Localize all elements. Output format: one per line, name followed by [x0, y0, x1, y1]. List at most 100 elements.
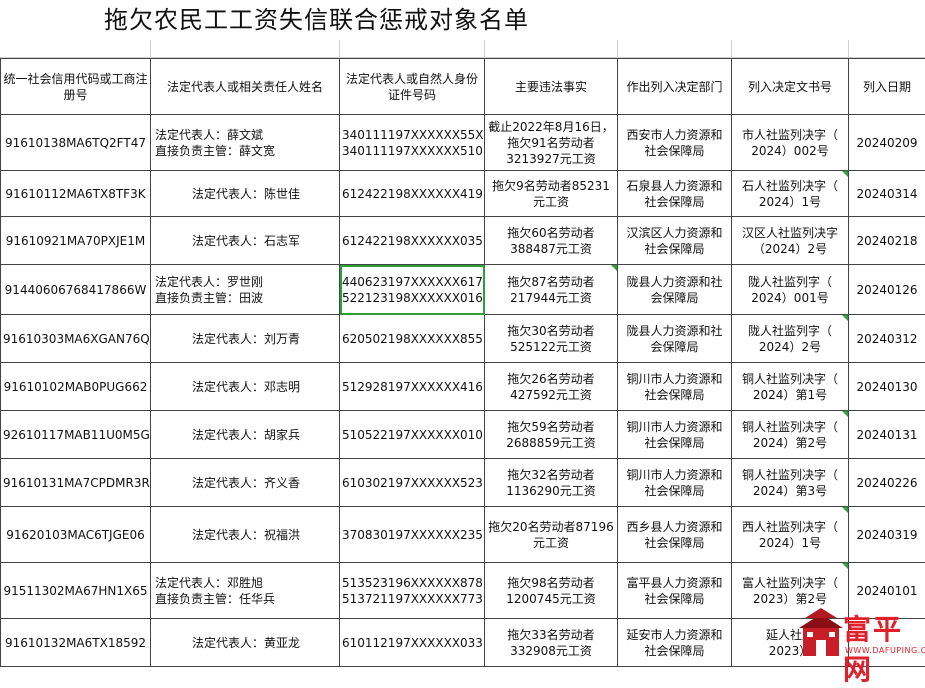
cell-credit-code[interactable]: 91440606768417866W: [1, 265, 151, 315]
header-date[interactable]: 列入日期: [849, 59, 925, 115]
id-number-line: 340111197XXXXXX55X: [342, 127, 482, 143]
department-line: 铜川市人力资源和: [620, 371, 729, 387]
cell-date[interactable]: 20240226: [849, 459, 925, 507]
department-line: 会保障局: [620, 290, 729, 306]
cell-department[interactable]: 汉滨区人力资源和社会保障局: [618, 217, 732, 265]
cell-person-name[interactable]: 法定代表人：刘万青: [151, 315, 340, 363]
document-number-line: 汉区人社监列决字: [734, 225, 846, 241]
cell-person-name[interactable]: 法定代表人：邓志明: [151, 363, 340, 411]
cell-date[interactable]: 20240314: [849, 171, 925, 217]
cell-violation-facts[interactable]: 拖欠98名劳动者1200745元工资: [485, 563, 618, 619]
cell-credit-code[interactable]: 91610112MA6TX8TF3K: [1, 171, 151, 217]
cell-violation-facts[interactable]: 拖欠87名劳动者217944元工资: [485, 265, 618, 315]
cell-person-name[interactable]: 法定代表人：齐义香: [151, 459, 340, 507]
header-id[interactable]: 法定代表人或自然人身份证件号码: [340, 59, 485, 115]
violation-facts-line: 拖欠87名劳动者: [487, 274, 615, 290]
cell-violation-facts[interactable]: 截止2022年8月16日，拖欠91名劳动者3213927元工资: [485, 115, 618, 171]
cell-violation-facts[interactable]: 拖欠60名劳动者388487元工资: [485, 217, 618, 265]
cell-person-name[interactable]: 法定代表人：胡家兵: [151, 411, 340, 459]
watermark-url: WWW.DAFUPING.CN: [845, 646, 925, 655]
cell-date[interactable]: 20240131: [849, 411, 925, 459]
cell-credit-code[interactable]: 91511302MA67HN1X65: [1, 563, 151, 619]
cell-department[interactable]: 石泉县人力资源和社会保障局: [618, 171, 732, 217]
cell-violation-facts[interactable]: 拖欠33名劳动者332908元工资: [485, 619, 618, 667]
document-number-line: 陇人社监列字（: [734, 274, 846, 290]
cell-person-name[interactable]: 法定代表人：黄亚龙: [151, 619, 340, 667]
header-docno[interactable]: 列入决定文书号: [732, 59, 849, 115]
header-name[interactable]: 法定代表人或相关责任人姓名: [151, 59, 340, 115]
cell-department[interactable]: 西乡县人力资源和社会保障局: [618, 507, 732, 563]
cell-department[interactable]: 陇县人力资源和社会保障局: [618, 315, 732, 363]
department-line: 社会保障局: [620, 241, 729, 257]
cell-violation-facts[interactable]: 拖欠30名劳动者525122元工资: [485, 315, 618, 363]
person-name-line: 法定代表人：陈世佳: [155, 186, 337, 202]
cell-document-number[interactable]: 汉区人社监列决字（2024）2号: [732, 217, 849, 265]
cell-document-number[interactable]: 石人社监列决字（2024）1号: [732, 171, 849, 217]
cell-id-number[interactable]: 610302197XXXXXX523: [340, 459, 485, 507]
department-line: 社会保障局: [620, 194, 729, 210]
cell-id-number[interactable]: 612422198XXXXXX419: [340, 171, 485, 217]
cell-date[interactable]: 20240312: [849, 315, 925, 363]
cell-department[interactable]: 延安市人力资源和社会保障局: [618, 619, 732, 667]
cell-document-number[interactable]: 市人社监列决字（2024）002号: [732, 115, 849, 171]
cell-department[interactable]: 铜川市人力资源和社会保障局: [618, 411, 732, 459]
cell-person-name[interactable]: 法定代表人：罗世刚直接负责主管：田波: [151, 265, 340, 315]
cell-credit-code[interactable]: 91610303MA6XGAN76Q: [1, 315, 151, 363]
cell-person-name[interactable]: 法定代表人：邓胜旭直接负责主管：任华兵: [151, 563, 340, 619]
cell-department[interactable]: 富平县人力资源和社会保障局: [618, 563, 732, 619]
cell-id-number[interactable]: 513523196XXXXXX878513721197XXXXXX773: [340, 563, 485, 619]
cell-document-number[interactable]: 铜人社监列决字（2024）第2号: [732, 411, 849, 459]
table-row: 92610117MAB11U0M5G法定代表人：胡家兵510522197XXXX…: [1, 411, 925, 459]
cell-date[interactable]: 20240130: [849, 363, 925, 411]
cell-credit-code[interactable]: 91620103MAC6TJGE06: [1, 507, 151, 563]
cell-credit-code[interactable]: 91610138MA6TQ2FT47: [1, 115, 151, 171]
cell-date[interactable]: 20240319: [849, 507, 925, 563]
cell-document-number[interactable]: 陇人社监列字（2024）2号: [732, 315, 849, 363]
cell-date[interactable]: 20240218: [849, 217, 925, 265]
cell-id-number[interactable]: 510522197XXXXXX010: [340, 411, 485, 459]
cell-id-number[interactable]: 440623197XXXXXX617522123198XXXXXX016: [340, 265, 485, 315]
header-code[interactable]: 统一社会信用代码或工商注册号: [1, 59, 151, 115]
id-number-line: 610112197XXXXXX033: [342, 635, 482, 651]
cell-document-number[interactable]: 陇人社监列字（2024）001号: [732, 265, 849, 315]
cell-credit-code[interactable]: 91610921MA70PXJE1M: [1, 217, 151, 265]
cell-document-number[interactable]: 铜人社监列决字（2024）第3号: [732, 459, 849, 507]
cell-id-number[interactable]: 610112197XXXXXX033: [340, 619, 485, 667]
document-number-line: 2024）第1号: [734, 387, 846, 403]
cell-id-number[interactable]: 620502198XXXXXX855: [340, 315, 485, 363]
cell-date[interactable]: 20240126: [849, 265, 925, 315]
cell-person-name[interactable]: 法定代表人：祝福洪: [151, 507, 340, 563]
cell-violation-facts[interactable]: 拖欠32名劳动者1136290元工资: [485, 459, 618, 507]
cell-id-number[interactable]: 612422198XXXXXX035: [340, 217, 485, 265]
header-facts[interactable]: 主要违法事实: [485, 59, 618, 115]
department-line: 社会保障局: [620, 387, 729, 403]
id-number-line: 610302197XXXXXX523: [342, 475, 482, 491]
cell-credit-code[interactable]: 91610132MA6TX18592: [1, 619, 151, 667]
comment-indicator: [842, 411, 848, 417]
cell-date[interactable]: 20240209: [849, 115, 925, 171]
cell-department[interactable]: 西安市人力资源和社会保障局: [618, 115, 732, 171]
cell-violation-facts[interactable]: 拖欠20名劳动者87196元工资: [485, 507, 618, 563]
cell-credit-code[interactable]: 91610131MA7CPDMR3R: [1, 459, 151, 507]
cell-person-name[interactable]: 法定代表人：石志军: [151, 217, 340, 265]
cell-id-number[interactable]: 512928197XXXXXX416: [340, 363, 485, 411]
header-dept[interactable]: 作出列入决定部门: [618, 59, 732, 115]
document-number-line: （2024）2号: [734, 241, 846, 257]
cell-person-name[interactable]: 法定代表人：陈世佳: [151, 171, 340, 217]
document-number-line: 2024）2号: [734, 339, 846, 355]
violation-facts-line: 1136290元工资: [487, 483, 615, 499]
cell-violation-facts[interactable]: 拖欠59名劳动者2688859元工资: [485, 411, 618, 459]
cell-document-number[interactable]: 西人社监列决字（2024）1号: [732, 507, 849, 563]
cell-document-number[interactable]: 铜人社监列决字（2024）第1号: [732, 363, 849, 411]
cell-violation-facts[interactable]: 拖欠26名劳动者427592元工资: [485, 363, 618, 411]
cell-department[interactable]: 陇县人力资源和社会保障局: [618, 265, 732, 315]
id-number-line: 510522197XXXXXX010: [342, 427, 482, 443]
cell-person-name[interactable]: 法定代表人：薛文斌直接负责主管：薛文宽: [151, 115, 340, 171]
cell-credit-code[interactable]: 92610117MAB11U0M5G: [1, 411, 151, 459]
cell-id-number[interactable]: 370830197XXXXXX235: [340, 507, 485, 563]
cell-department[interactable]: 铜川市人力资源和社会保障局: [618, 363, 732, 411]
cell-violation-facts[interactable]: 拖欠9名劳动者85231元工资: [485, 171, 618, 217]
cell-id-number[interactable]: 340111197XXXXXX55X340111197XXXXXX510: [340, 115, 485, 171]
cell-credit-code[interactable]: 91610102MAB0PUG662: [1, 363, 151, 411]
cell-department[interactable]: 铜川市人力资源和社会保障局: [618, 459, 732, 507]
